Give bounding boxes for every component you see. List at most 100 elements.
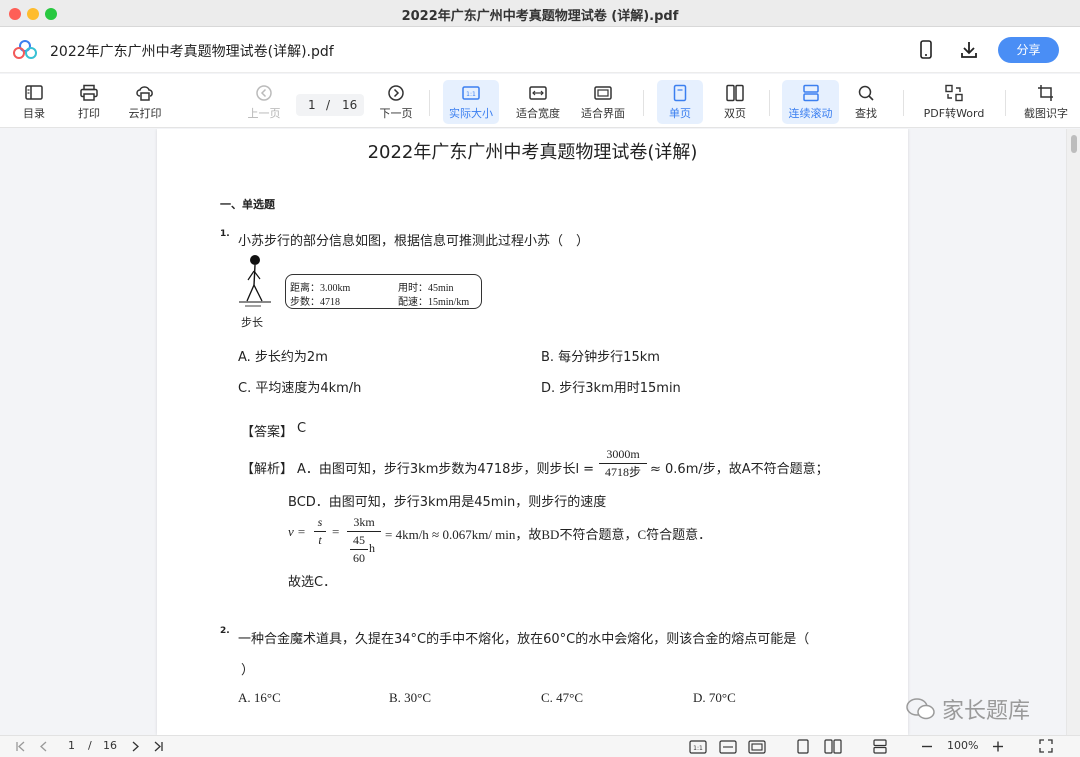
first-page-icon[interactable] <box>14 740 28 753</box>
toc-button[interactable]: 目录 <box>14 80 54 124</box>
fraction-denominator: t <box>318 533 322 547</box>
option-c: C. 平均速度为4km/h <box>238 381 362 396</box>
watermark-text: 家长题库 <box>942 699 1031 724</box>
toolbar-divider <box>1005 90 1006 116</box>
pdf-page: 2022年广东广州中考真题物理试卷(详解) 一、单选题 1. 小苏步行的部分信息… <box>157 129 908 735</box>
fraction-numerator: 3000m <box>606 447 640 461</box>
analysis-line-3-tail: = 4km/h ≈ 0.067km/ min，故BD不符合题意，C符合题意． <box>385 527 712 542</box>
fit-width-button[interactable]: 适合宽度 <box>511 80 565 124</box>
toolbar-divider <box>903 90 904 116</box>
prev-page-icon[interactable] <box>38 740 50 753</box>
fraction-numerator: s <box>317 515 323 529</box>
continuous-scroll-button[interactable]: 连续滚动 <box>782 80 839 124</box>
walking-stats-box: 距离：3.00km 步数：4718 用时：45min 配速：15min/km <box>285 274 482 309</box>
status-bar: 1 / 16 1:1 100% <box>0 735 1080 757</box>
pdf-to-word-button[interactable]: PDF转Word <box>918 80 990 124</box>
analysis-conclusion: 故选C． <box>288 575 337 590</box>
toolbar-divider <box>769 90 770 116</box>
fraction-numerator: 3km <box>353 515 375 529</box>
steps-stat: 步数：4718 <box>290 297 340 308</box>
cloud-print-button[interactable]: 云打印 <box>123 80 167 124</box>
crop-icon <box>1038 85 1053 101</box>
step-length-fraction: 3000m 4718步 <box>599 447 647 480</box>
fraction-numerator: 45 <box>353 533 365 547</box>
svg-text:1:1: 1:1 <box>693 745 703 752</box>
prev-page-button[interactable]: 上一页 <box>244 80 284 124</box>
question-1-text: 小苏步行的部分信息如图，根据信息可推测此过程小苏（ ） <box>238 234 590 249</box>
fullscreen-icon[interactable] <box>1039 739 1053 753</box>
status-current-page[interactable]: 1 <box>68 739 75 752</box>
analysis-line-1a: A．由图可知，步行3km步数为4718步，则步长l = <box>297 462 595 477</box>
fraction-bar <box>314 531 326 532</box>
double-page-icon <box>726 84 744 102</box>
share-button[interactable]: 分享 <box>998 37 1059 63</box>
watermark: 家长题库 <box>905 693 1030 725</box>
chevron-right-circle-icon <box>388 85 404 101</box>
zoom-in-icon[interactable] <box>992 740 1004 753</box>
analysis-line-1b: ≈ 0.6m/步，故A不符合题意； <box>650 462 829 477</box>
fit-page-button[interactable]: 适合界面 <box>576 80 630 124</box>
svg-text:1:1: 1:1 <box>466 91 476 98</box>
zoom-level[interactable]: 100% <box>947 739 978 752</box>
question-2-text-line-2: ） <box>241 663 255 678</box>
q2-option-b: B. 30°C <box>389 690 432 705</box>
current-page-value: 1 <box>308 98 316 112</box>
zoom-out-icon[interactable] <box>921 740 933 753</box>
s-over-t-fraction: s t <box>314 515 326 548</box>
find-button[interactable]: 查找 <box>848 80 884 124</box>
single-page-button[interactable]: 单页 <box>657 80 703 124</box>
printer-icon <box>80 84 98 101</box>
toolbar-divider <box>429 90 430 116</box>
double-page-button[interactable]: 双页 <box>713 80 757 124</box>
continuous-scroll-icon[interactable] <box>872 739 888 754</box>
download-icon[interactable] <box>959 40 979 60</box>
cloud-print-icon <box>136 86 153 101</box>
answer-label: 【答案】 <box>241 425 294 440</box>
analysis-label: 【解析】 <box>241 462 294 477</box>
phone-icon[interactable] <box>918 40 934 60</box>
scrollbar-thumb[interactable] <box>1071 135 1077 153</box>
fit-width-icon[interactable] <box>719 740 737 754</box>
next-page-label: 下一页 <box>379 107 413 120</box>
equals-sign: = <box>332 524 340 539</box>
double-page-label: 双页 <box>724 107 746 120</box>
app-logo-icon <box>13 40 37 59</box>
fit-page-icon[interactable] <box>748 740 766 754</box>
velocity-symbol: v = <box>288 524 306 539</box>
actual-size-icon[interactable]: 1:1 <box>689 740 707 754</box>
cloud-print-label: 云打印 <box>128 107 162 120</box>
fit-width-icon <box>529 86 547 100</box>
actual-size-button[interactable]: 1:1 实际大小 <box>443 80 499 124</box>
single-page-icon[interactable] <box>796 739 810 754</box>
next-page-button[interactable]: 下一页 <box>376 80 416 124</box>
option-b: B. 每分钟步行15km <box>541 350 660 365</box>
toc-label: 目录 <box>23 107 45 120</box>
print-button[interactable]: 打印 <box>70 80 108 124</box>
page-number-input[interactable]: 1 / 16 <box>296 94 364 116</box>
hours-unit: h <box>369 541 375 555</box>
vertical-scrollbar[interactable] <box>1066 129 1080 735</box>
question-2-text-line-1: 一种合金魔术道具，久提在34°C的手中不熔化，放在60°C的水中会熔化，则该合金… <box>238 632 810 647</box>
last-page-icon[interactable] <box>151 740 165 753</box>
section-heading: 一、单选题 <box>220 198 275 211</box>
pdf-to-word-icon <box>945 84 963 102</box>
double-page-icon[interactable] <box>824 739 842 754</box>
walking-person-figure <box>239 255 271 307</box>
ocr-label: 截图识字 <box>1024 107 1068 120</box>
print-label: 打印 <box>78 107 100 120</box>
next-page-icon[interactable] <box>129 740 141 753</box>
document-name: 2022年广东广州中考真题物理试卷(详解).pdf <box>50 44 334 60</box>
velocity-fraction: 3km <box>347 515 381 533</box>
actual-size-label: 实际大小 <box>449 107 493 120</box>
option-d: D. 步行3km用时15min <box>541 381 681 396</box>
wechat-icon <box>906 698 935 720</box>
continuous-scroll-icon <box>802 84 819 102</box>
fraction-bar <box>599 463 647 464</box>
pdf-to-word-label: PDF转Word <box>923 107 985 120</box>
prev-page-label: 上一页 <box>247 107 281 120</box>
fraction-bar <box>350 549 368 550</box>
ocr-button[interactable]: 截图识字 <box>1018 80 1074 124</box>
document-viewer[interactable]: 2022年广东广州中考真题物理试卷(详解) 一、单选题 1. 小苏步行的部分信息… <box>0 129 1080 735</box>
status-page-separator: / <box>88 739 92 752</box>
page-separator: / <box>326 98 331 112</box>
